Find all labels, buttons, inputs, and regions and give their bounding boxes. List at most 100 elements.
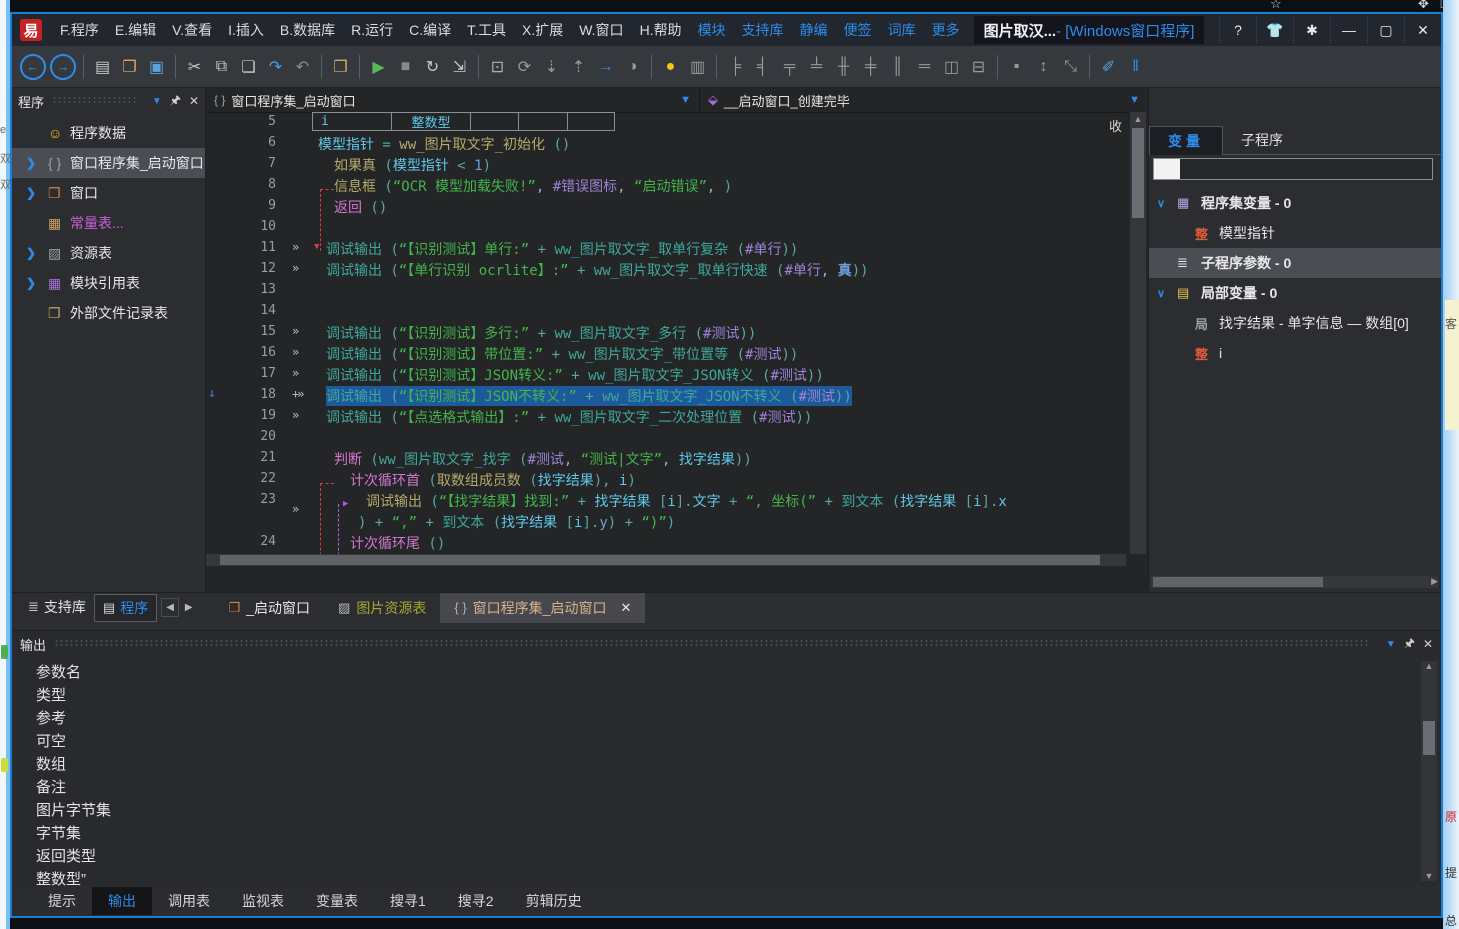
- forward-icon[interactable]: →: [50, 54, 76, 80]
- variable-table-cell[interactable]: i: [312, 112, 392, 131]
- menu-item[interactable]: I.插入: [220, 20, 272, 40]
- menu-item[interactable]: H.帮助: [632, 20, 690, 40]
- chevron-right-icon[interactable]: ❯: [26, 156, 36, 170]
- paste-icon[interactable]: ❏: [235, 53, 262, 80]
- project-tree-item[interactable]: ❯▦模块引用表: [12, 268, 205, 298]
- code-line[interactable]: 22计次循环首 (取数组成员数 (找字结果), i): [206, 469, 1126, 490]
- class-dropdown-icon[interactable]: ▼: [680, 94, 691, 106]
- fit-size-icon[interactable]: ⤡: [1057, 53, 1084, 80]
- output-dropdown-icon[interactable]: ▼: [1386, 639, 1396, 650]
- align-left-icon[interactable]: ╞: [722, 53, 749, 80]
- menu-item-blue[interactable]: 更多: [924, 20, 968, 40]
- center-vertical-icon[interactable]: ╪: [857, 53, 884, 80]
- find-in-files-icon[interactable]: ❒: [327, 53, 354, 80]
- align-bottom-icon[interactable]: ╧: [803, 53, 830, 80]
- editor-header-left[interactable]: { } 窗口程序集_启动窗口 ▼: [206, 88, 700, 112]
- variables-tree-item[interactable]: 局找字结果 - 单字信息 — 数组[0]: [1149, 308, 1441, 338]
- scroll-right-icon[interactable]: ▶: [1431, 576, 1438, 587]
- center-horizontal-icon[interactable]: ╫: [830, 53, 857, 80]
- editor-vertical-scrollbar[interactable]: ▲: [1130, 112, 1146, 554]
- align-right-icon[interactable]: ╡: [749, 53, 776, 80]
- code-line[interactable]: 11»调试输出 (“【识别测试】单行:” + ww_图片取文字_取单行复杂 (#…: [206, 238, 1126, 259]
- tab-scroll-right-icon[interactable]: ▶: [181, 599, 197, 616]
- variable-table-cell[interactable]: [568, 112, 615, 131]
- step-out-icon[interactable]: ⇡: [565, 53, 592, 80]
- fit-height-icon[interactable]: ↕: [1030, 53, 1057, 80]
- code-line[interactable]: 12»调试输出 (“【单行识别 ocrlite】:” + ww_图片取文字_取单…: [206, 259, 1126, 280]
- breakpoint-icon[interactable]: ◑: [619, 53, 646, 80]
- code-line[interactable]: 19»调试输出 (“【点选格式输出】:” + ww_图片取文字_二次处理位置 (…: [206, 406, 1126, 427]
- document-tab[interactable]: { }窗口程序集_启动窗口✕: [440, 593, 645, 623]
- project-tree-item[interactable]: ❯{ }窗口程序集_启动窗口: [12, 148, 205, 178]
- step-over-icon[interactable]: ⇣: [538, 53, 565, 80]
- chevron-right-icon[interactable]: ❯: [26, 246, 36, 260]
- code-line[interactable]: 8信息框 (“OCR 模型加载失败!”, #错误图标, “启动错误”, ): [206, 175, 1126, 196]
- tab-scroll-left-icon[interactable]: ◀: [161, 598, 179, 617]
- scroll-up-icon[interactable]: ▲: [1130, 112, 1146, 126]
- output-close-icon[interactable]: ✕: [1423, 637, 1433, 651]
- code-line[interactable]: 24计次循环尾 (): [206, 532, 1126, 553]
- same-height-icon[interactable]: ⊟: [965, 53, 992, 80]
- project-tree-item[interactable]: ❯❐窗口: [12, 178, 205, 208]
- editor-header-right[interactable]: ⬙ __启动窗口_创建完毕 ▼: [700, 88, 1148, 112]
- redo-icon[interactable]: ↷: [262, 53, 289, 80]
- menu-item-blue[interactable]: 便签: [836, 20, 880, 40]
- restart-icon[interactable]: ↻: [419, 53, 446, 80]
- new-file-icon[interactable]: ▤: [89, 53, 116, 80]
- scroll-thumb[interactable]: [1153, 577, 1323, 587]
- code-line[interactable]: 7如果真 (模型指针 < 1): [206, 154, 1126, 175]
- variable-table-cell[interactable]: 整数型: [392, 112, 471, 131]
- color-picker-icon[interactable]: ✐: [1095, 53, 1122, 80]
- code-line[interactable]: 17»调试输出 (“【识别测试】JSON转义:” + ww_图片取文字_JSON…: [206, 364, 1126, 385]
- editor-horizontal-scrollbar[interactable]: [206, 554, 1126, 566]
- maximize-icon[interactable]: ▢: [1367, 16, 1404, 44]
- code-line[interactable]: 15»调试输出 (“【识别测试】多行:” + ww_图片取文字_多行 (#测试)…: [206, 322, 1126, 343]
- code-line[interactable]: 5i整数型: [206, 112, 1126, 133]
- method-dropdown-icon[interactable]: ▼: [1129, 94, 1140, 106]
- code-line[interactable]: 20: [206, 427, 1126, 448]
- minimize-icon[interactable]: —: [1330, 16, 1367, 44]
- scroll-thumb[interactable]: [1423, 721, 1435, 755]
- step-into-icon[interactable]: →: [592, 53, 619, 80]
- same-width-icon[interactable]: ◫: [938, 53, 965, 80]
- code-line[interactable]: 23»调试输出 (“【找字结果】找到:” + 找字结果 [i].文字 + “, …: [206, 490, 1126, 532]
- panel-close-icon[interactable]: ✕: [189, 94, 199, 108]
- code-line[interactable]: 9返回 (): [206, 196, 1126, 217]
- menu-item-blue[interactable]: 模块: [690, 20, 734, 40]
- project-tree-item[interactable]: ❒外部文件记录表: [12, 298, 205, 328]
- document-tab[interactable]: ▨图片资源表: [324, 593, 440, 623]
- menu-item[interactable]: E.编辑: [107, 20, 164, 40]
- help-icon[interactable]: ?: [1219, 16, 1256, 44]
- bottom-tab-剪辑历史[interactable]: 剪辑历史: [510, 887, 598, 915]
- code-line[interactable]: 10: [206, 217, 1126, 238]
- open-folder-icon[interactable]: ❐: [116, 53, 143, 80]
- panel-tab-程序[interactable]: ▤程序: [94, 594, 157, 622]
- code-line[interactable]: 13: [206, 280, 1126, 301]
- light-bulb-icon[interactable]: ●: [657, 53, 684, 80]
- variable-search-input[interactable]: [1153, 158, 1433, 180]
- document-tab[interactable]: ❐_启动窗口: [215, 593, 324, 623]
- menu-item[interactable]: B.数据库: [272, 20, 343, 40]
- menu-item[interactable]: T.工具: [459, 20, 514, 40]
- panel-dropdown-icon[interactable]: ▼: [152, 96, 162, 107]
- project-tree-item[interactable]: ❯▨资源表: [12, 238, 205, 268]
- collapse-button[interactable]: 收: [1109, 116, 1122, 135]
- menu-item-blue[interactable]: 词库: [880, 20, 924, 40]
- bottom-tab-监视表[interactable]: 监视表: [226, 887, 300, 915]
- scroll-down-icon[interactable]: ▼: [1421, 871, 1437, 881]
- close-icon[interactable]: ✕: [1404, 16, 1441, 44]
- scroll-up-icon[interactable]: ▲: [1421, 661, 1437, 671]
- panel-tab-变量[interactable]: 变量: [1149, 126, 1223, 155]
- bottom-tab-提示[interactable]: 提示: [32, 887, 92, 915]
- menu-item-blue[interactable]: 支持库: [734, 20, 792, 40]
- menu-item[interactable]: R.运行: [343, 20, 401, 40]
- variables-tree-item[interactable]: ≣子程序参数 - 0: [1149, 248, 1441, 278]
- menu-item[interactable]: X.扩展: [514, 20, 571, 40]
- run-icon[interactable]: ▶: [365, 53, 392, 80]
- variables-tree-item[interactable]: 整i: [1149, 338, 1441, 368]
- bottom-tab-搜寻1[interactable]: 搜寻1: [374, 887, 442, 915]
- back-icon[interactable]: ←: [20, 54, 46, 80]
- code-line[interactable]: 16»调试输出 (“【识别测试】带位置:” + ww_图片取文字_带位置等 (#…: [206, 343, 1126, 364]
- variables-horizontal-scrollbar[interactable]: ▶: [1151, 576, 1438, 588]
- chevron-right-icon[interactable]: ❯: [26, 276, 36, 290]
